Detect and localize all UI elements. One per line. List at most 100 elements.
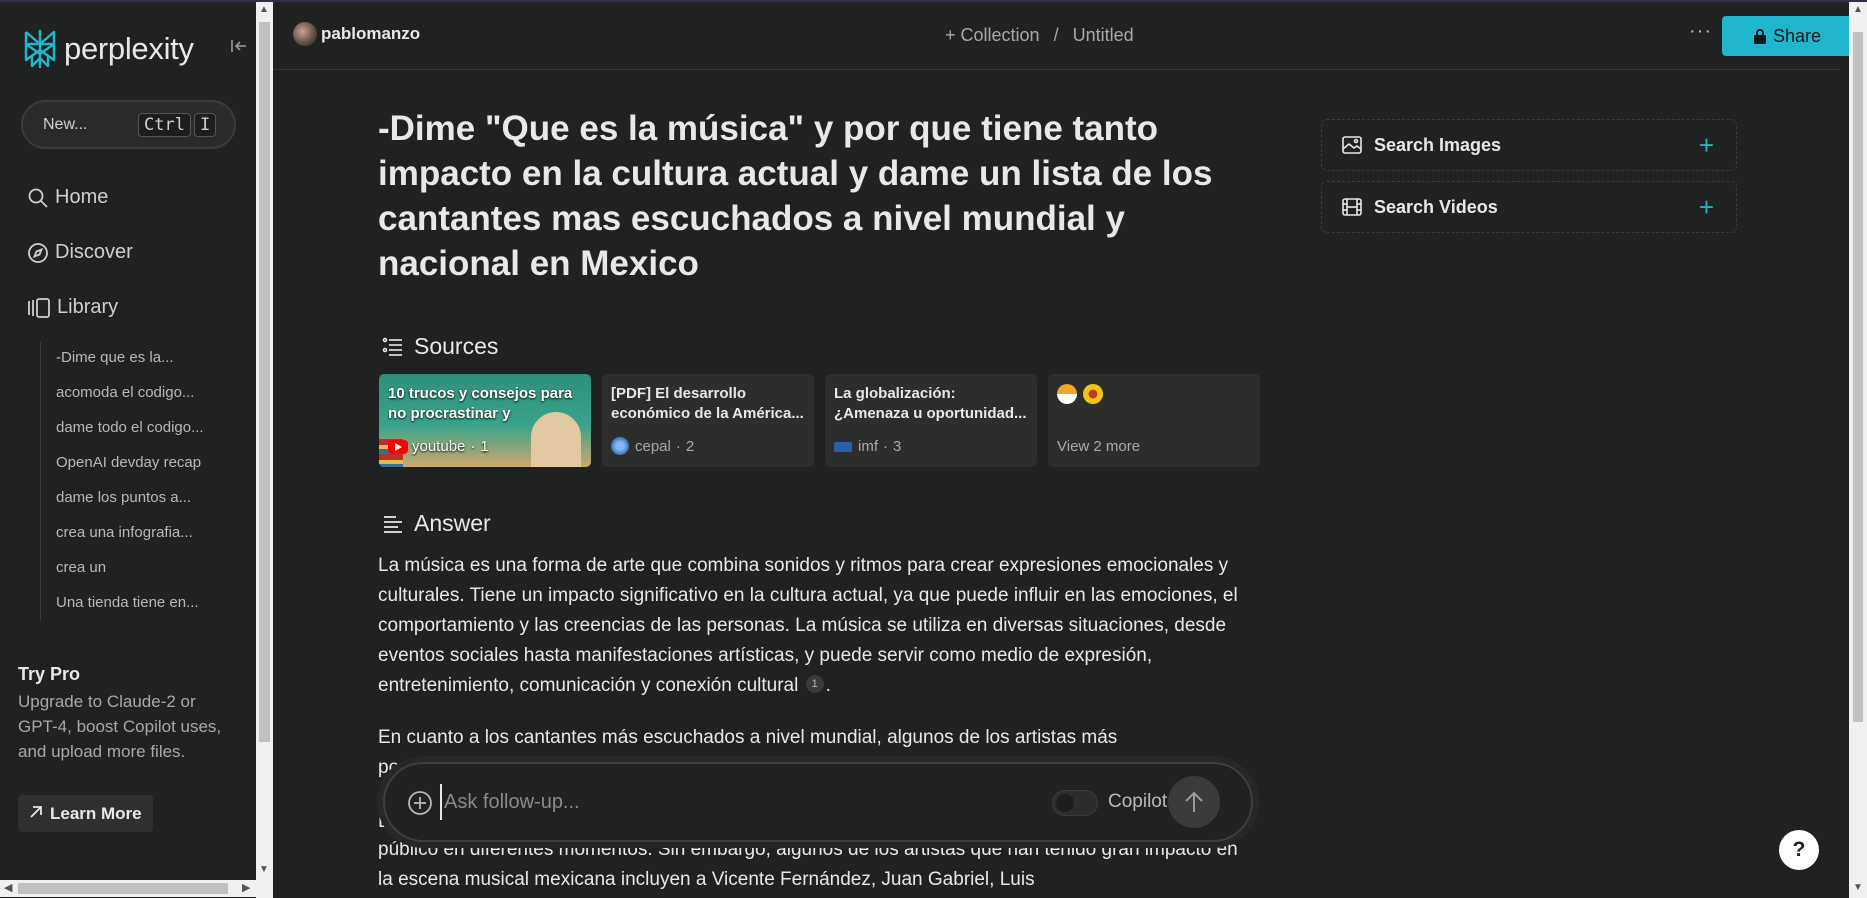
source-index: 1 [480, 438, 489, 455]
source-meta: youtube · 1 [388, 438, 489, 455]
learn-more-button[interactable]: Learn More [18, 795, 153, 832]
try-pro-title: Try Pro [18, 664, 81, 684]
avatar [293, 22, 317, 46]
new-thread-label: New... [43, 115, 88, 133]
meta-dot: · [883, 438, 888, 455]
library-item[interactable]: dame los puntos a... [56, 489, 191, 506]
search-images-label: Search Images [1374, 134, 1502, 155]
try-pro-description: Upgrade to Claude-2 or GPT-4, boost Copi… [18, 692, 222, 761]
answer-text: En cuanto a los cantantes más escuchados… [378, 727, 1118, 748]
copilot-label: Copilot [1108, 791, 1168, 812]
source-title: [PDF] El desarrollo económico de la Amér… [611, 385, 804, 422]
thread-title[interactable]: Untitled [1073, 25, 1134, 46]
nav-home-label: Home [55, 186, 109, 208]
search-images-button[interactable]: Search Images + [1321, 119, 1737, 171]
answer-heading: Answer [382, 510, 491, 537]
favicon-icon [1057, 384, 1077, 404]
source-meta: cepal · 2 [611, 437, 694, 455]
sources-heading-label: Sources [414, 333, 499, 359]
source-meta: imf · 3 [834, 438, 901, 455]
more-favicons [1057, 384, 1251, 404]
source-title: La globalización: ¿Amenaza u oportunidad… [834, 385, 1027, 422]
new-thread-button[interactable]: New... Ctrl I [21, 100, 236, 149]
scroll-down-icon[interactable]: ▼ [1853, 882, 1863, 893]
share-button[interactable]: Share [1722, 16, 1852, 56]
perplexity-logo-icon [24, 30, 56, 68]
source-site: cepal [635, 437, 671, 455]
library-icon [28, 297, 50, 318]
sidebar-horizontal-scrollbar[interactable]: ◀ ▶ [0, 880, 256, 897]
answer-icon [384, 515, 402, 533]
library-item[interactable]: -Dime que es la... [56, 349, 174, 366]
answer-text: . [825, 675, 831, 696]
thread-view: pablomanzo + Collection / Untitled ··· S… [273, 2, 1852, 898]
sources-icon [382, 337, 402, 356]
scroll-up-icon[interactable]: ▲ [1853, 4, 1863, 15]
user-profile[interactable]: pablomanzo [293, 22, 420, 46]
collapse-sidebar-button[interactable] [230, 38, 248, 59]
scrollbar-thumb[interactable] [259, 22, 270, 742]
breadcrumb: + Collection / Untitled [945, 25, 1134, 46]
nav-library-label: Library [57, 296, 119, 318]
library-item[interactable]: crea una infografia... [56, 524, 193, 541]
nav-library[interactable]: Library [27, 296, 118, 319]
library-tree-line [40, 342, 41, 620]
library-item[interactable]: dame todo el codigo... [56, 419, 204, 436]
collapse-icon [231, 40, 246, 52]
source-card-cepal[interactable]: [PDF] El desarrollo económico de la Amér… [602, 374, 814, 467]
source-index: 2 [685, 437, 695, 455]
thread-header: pablomanzo + Collection / Untitled ··· S… [273, 2, 1852, 70]
answer-text: público en diferentes momentos. Sin emba… [378, 839, 1238, 890]
library-item[interactable]: OpenAI devday recap [56, 454, 201, 471]
source-site: youtube [412, 438, 466, 455]
scroll-down-icon[interactable]: ▼ [259, 864, 269, 875]
breadcrumb-separator: / [1053, 25, 1059, 45]
search-videos-label: Search Videos [1374, 196, 1498, 217]
image-icon [1342, 136, 1362, 154]
nav-home[interactable]: Home [27, 186, 108, 209]
source-card-youtube[interactable]: 10 trucos y consejos para no procrastina… [379, 374, 591, 467]
main-scrollbar[interactable]: ▲ ▼ [1849, 2, 1867, 898]
scroll-right-icon[interactable]: ▶ [242, 881, 250, 894]
follow-up-bar: Copilot [383, 762, 1253, 842]
cepal-favicon-icon [611, 437, 629, 455]
copilot-toggle[interactable] [1052, 790, 1098, 816]
brand-logo[interactable]: perplexity [22, 28, 194, 70]
search-videos-button[interactable]: Search Videos + [1321, 181, 1737, 233]
citation-badge[interactable]: 1 [805, 675, 824, 693]
shortcut-key-i: I [193, 112, 217, 137]
arrow-up-right-icon [29, 804, 43, 824]
imf-favicon-icon [834, 441, 852, 452]
library-item[interactable]: crea un [56, 559, 106, 576]
scrollbar-thumb[interactable] [18, 883, 228, 894]
scroll-left-icon[interactable]: ◀ [4, 881, 12, 894]
search-icon [28, 188, 48, 208]
lock-icon [1753, 29, 1766, 44]
add-to-collection-button[interactable]: + Collection [945, 25, 1040, 46]
sources-heading: Sources [382, 333, 498, 360]
attach-plus-icon[interactable] [407, 790, 433, 816]
learn-more-label: Learn More [50, 803, 142, 823]
source-card-imf[interactable]: La globalización: ¿Amenaza u oportunidad… [825, 374, 1037, 467]
username: pablomanzo [321, 24, 421, 43]
meta-dot: · [470, 438, 476, 455]
favicon-icon [1083, 384, 1103, 404]
view-more-sources-card[interactable]: View 2 more [1048, 374, 1260, 467]
send-button[interactable] [1168, 776, 1220, 828]
sidebar: perplexity New... Ctrl I Home Discover L… [0, 2, 256, 898]
nav-discover-label: Discover [55, 241, 133, 263]
nav-discover[interactable]: Discover [27, 241, 133, 264]
library-item[interactable]: Una tienda tiene en... [56, 594, 199, 611]
toggle-knob [1056, 794, 1074, 812]
answer-heading-label: Answer [414, 510, 491, 536]
app-window: perplexity New... Ctrl I Home Discover L… [0, 0, 1867, 898]
sidebar-scrollbar[interactable]: ▲ ▼ [256, 2, 273, 898]
scrollbar-thumb[interactable] [1853, 32, 1863, 722]
follow-up-input[interactable] [440, 784, 940, 820]
scroll-up-icon[interactable]: ▲ [259, 4, 269, 15]
help-button[interactable]: ? [1779, 830, 1819, 870]
library-item[interactable]: acomoda el codigo... [56, 384, 194, 401]
query-heading: -Dime "Que es la música" y por que tiene… [378, 109, 1213, 283]
source-index: 3 [893, 438, 902, 455]
more-options-button[interactable]: ··· [1689, 20, 1712, 43]
